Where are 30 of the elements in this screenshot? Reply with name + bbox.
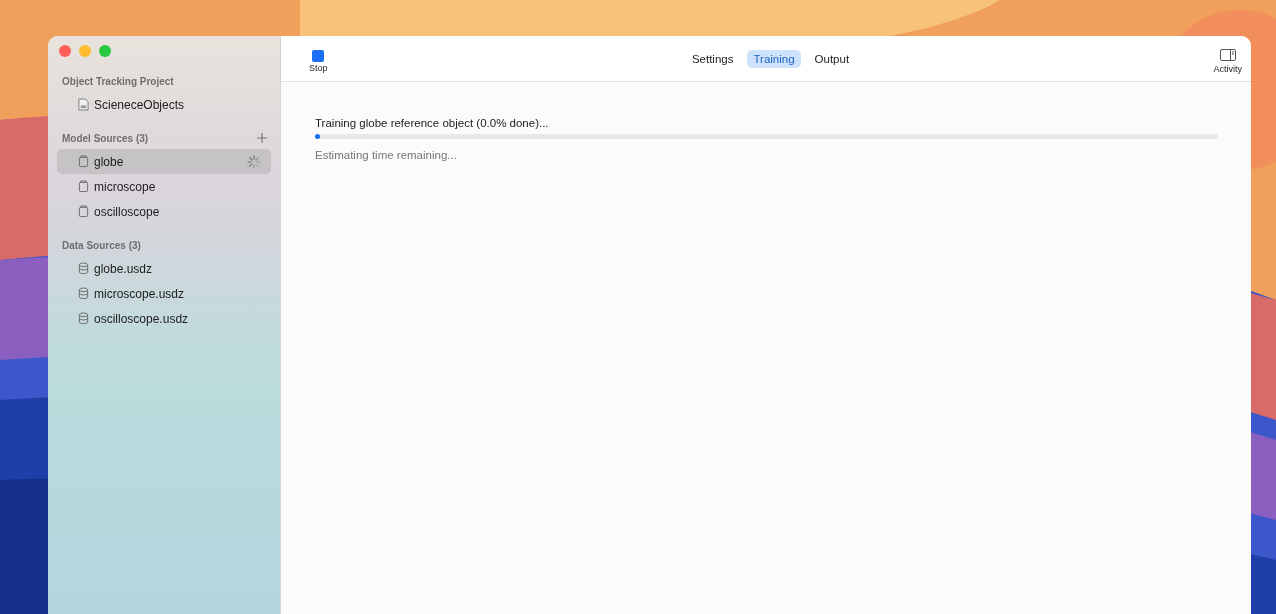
sidebar-item[interactable]: oscilloscope.usdz — [57, 306, 271, 331]
sidebar-panel-icon — [1219, 49, 1236, 61]
status-text: Training globe reference object (0.0% done)... — [315, 117, 550, 129]
tab[interactable]: Settings — [685, 49, 740, 68]
sidebar-item[interactable]: oscilloscope — [57, 199, 271, 224]
sidebar-item[interactable]: microscope — [57, 174, 271, 199]
activity-button[interactable]: Activity — [1213, 49, 1242, 74]
sidebar-item[interactable]: microscope.usdz — [57, 281, 271, 306]
database-icon — [78, 262, 89, 275]
tab[interactable]: Training — [747, 49, 801, 68]
sidebar-item[interactable]: ScieneceObjects — [57, 92, 271, 117]
database-icon — [78, 312, 89, 325]
container-icon — [78, 205, 89, 218]
container-icon — [78, 180, 89, 193]
tab[interactable]: Output — [808, 49, 856, 68]
add-icon[interactable] — [257, 133, 267, 143]
section-header: Object Tracking Project — [62, 75, 174, 87]
sidebar-item[interactable]: globe.usdz — [57, 256, 271, 281]
stop-button[interactable]: Stop — [309, 50, 328, 73]
zoom-button[interactable] — [99, 45, 111, 57]
sidebar-item[interactable]: globe — [57, 149, 271, 174]
database-icon — [78, 287, 89, 300]
close-button[interactable] — [59, 45, 71, 57]
spinner-icon — [247, 154, 261, 169]
container-icon — [78, 155, 89, 168]
section-header: Model Sources (3) — [62, 132, 149, 144]
document-icon — [78, 98, 89, 111]
time-remaining-text: Estimating time remaining... — [315, 149, 458, 161]
section-header: Data Sources (3) — [62, 239, 141, 251]
minimize-button[interactable] — [79, 45, 91, 57]
